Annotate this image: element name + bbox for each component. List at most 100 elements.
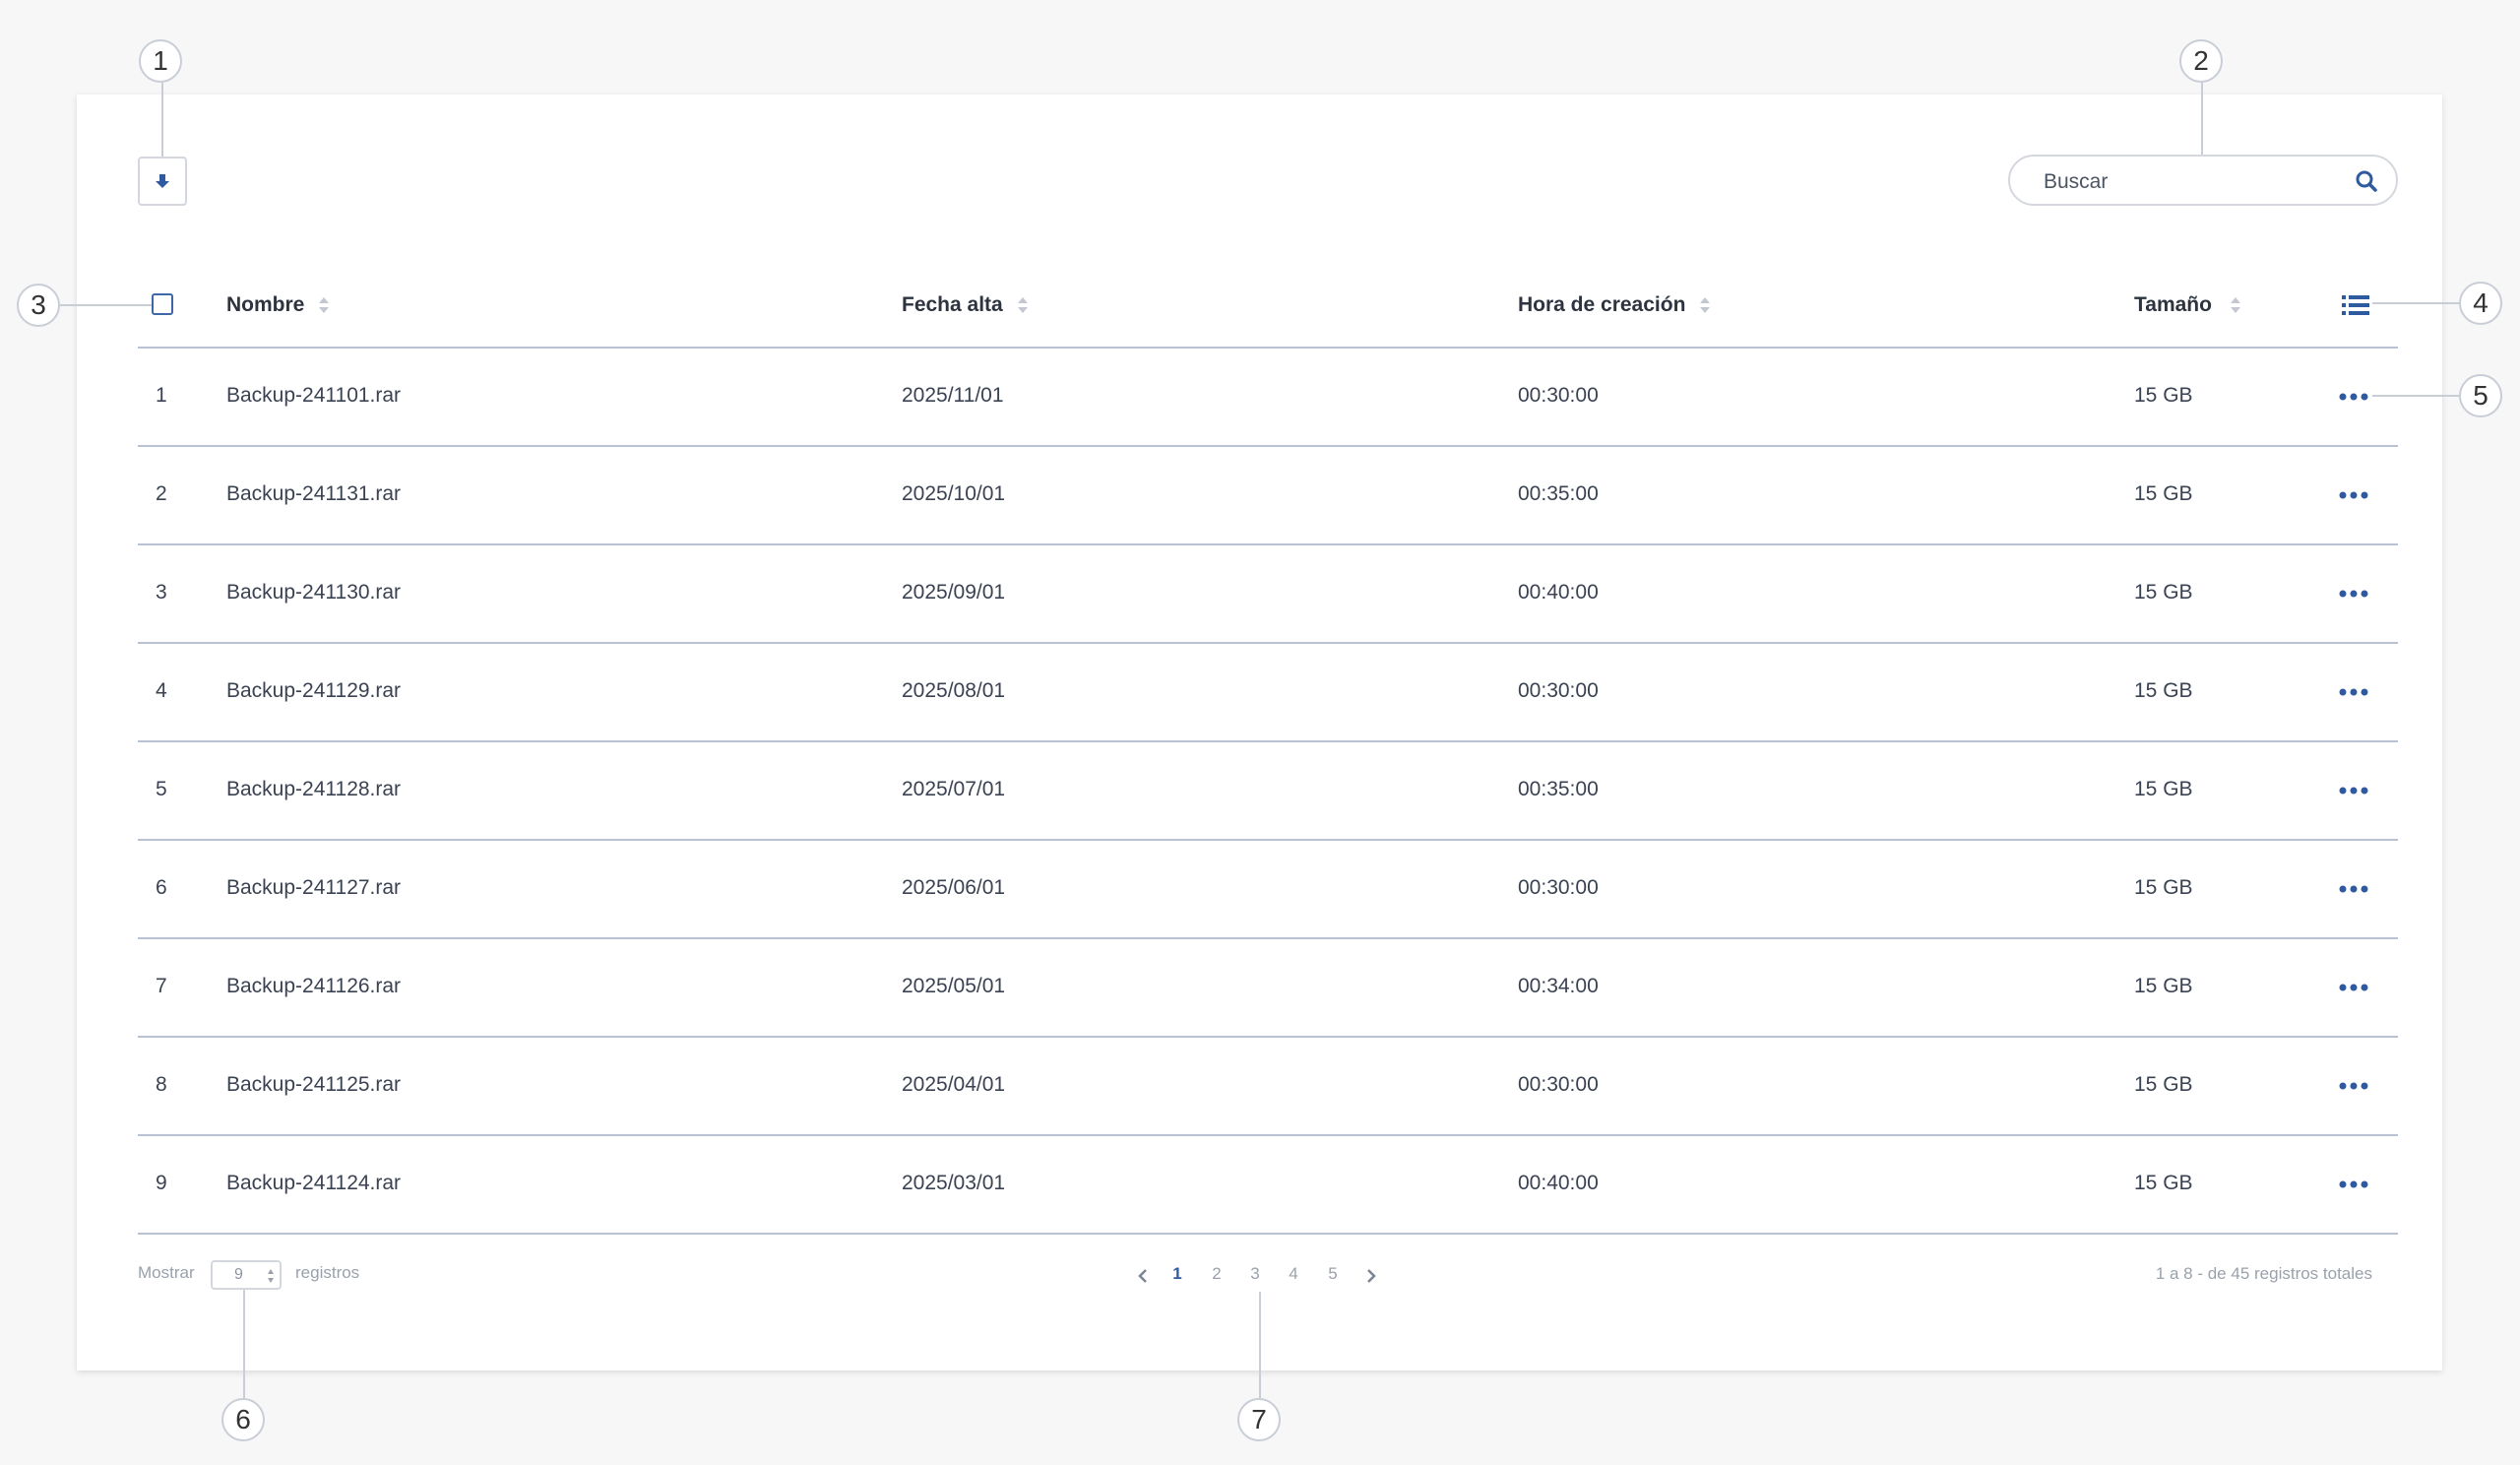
callout-4-line [2372,302,2459,304]
sort-icon[interactable] [1017,293,1029,317]
callout-1-line [161,83,163,158]
file-size: 15 GB [2134,876,2193,899]
page-1[interactable]: 1 [1167,1264,1187,1284]
chevron-left-icon[interactable] [1136,1267,1150,1285]
row-number: 2 [156,482,167,505]
callout-2-line [2201,83,2203,156]
row-number: 9 [156,1172,167,1194]
callout-6: 6 [221,1398,265,1441]
search-input[interactable] [2042,166,2341,198]
creation-date: 2025/09/01 [902,581,1006,604]
creation-time: 00:35:00 [1518,482,1599,505]
file-size: 15 GB [2134,1073,2193,1096]
more-options-icon[interactable] [2338,1179,2369,1189]
row-number: 4 [156,679,167,702]
sort-icon[interactable] [2230,293,2241,317]
file-size: 15 GB [2134,778,2193,800]
table-row: 3 Backup-241130.rar 2025/09/01 00:40:00 … [138,545,2398,644]
column-header-fecha-alta[interactable]: Fecha alta [902,293,1029,317]
creation-time: 00:40:00 [1518,1172,1599,1194]
sort-icon[interactable] [1699,293,1711,317]
more-options-icon[interactable] [2338,490,2369,500]
creation-time: 00:30:00 [1518,1073,1599,1096]
row-number: 6 [156,876,167,899]
row-number: 1 [156,384,167,407]
stepper-arrows-icon[interactable] [267,1267,275,1285]
records-label: registros [295,1263,360,1282]
file-name: Backup-241130.rar [226,581,402,604]
file-name: Backup-241129.rar [226,679,402,702]
show-label: Mostrar [138,1263,195,1282]
callout-number: 4 [2473,287,2488,318]
creation-time: 00:34:00 [1518,975,1599,997]
creation-time: 00:30:00 [1518,384,1599,407]
table-footer: Mostrar 9 registros 1 2 3 4 5 1 a 8 - de… [138,1260,2398,1300]
page-3[interactable]: 3 [1245,1264,1265,1284]
callout-number: 2 [2193,45,2209,76]
column-label: Tamaño [2134,293,2212,316]
search-icon[interactable] [2355,169,2378,193]
chevron-right-icon[interactable] [1364,1267,1378,1285]
sort-icon[interactable] [318,293,330,317]
column-label: Hora de creación [1518,293,1686,316]
creation-date: 2025/08/01 [902,679,1006,702]
table-row: 6 Backup-241127.rar 2025/06/01 00:30:00 … [138,841,2398,939]
file-name: Backup-241127.rar [226,876,402,899]
total-records: 1 a 8 - de 45 registros totales [2155,1264,2372,1283]
callout-7: 7 [1237,1398,1281,1441]
backups-table: Nombre Fecha alta Hora de creación Tamañ… [138,276,2398,1235]
creation-date: 2025/04/01 [902,1073,1006,1096]
more-options-icon[interactable] [2338,392,2369,402]
callout-7-line [1259,1292,1261,1398]
more-options-icon[interactable] [2338,589,2369,599]
file-size: 15 GB [2134,1172,2193,1194]
row-number: 5 [156,778,167,800]
callout-2: 2 [2179,39,2223,83]
creation-time: 00:30:00 [1518,679,1599,702]
file-name: Backup-241126.rar [226,975,402,997]
row-number: 3 [156,581,167,604]
file-name: Backup-241128.rar [226,778,402,800]
page-2[interactable]: 2 [1207,1264,1227,1284]
column-header-nombre[interactable]: Nombre [226,293,330,317]
callout-5-line [2372,395,2459,397]
callout-1: 1 [139,39,182,83]
file-size: 15 GB [2134,384,2193,407]
select-all-checkbox[interactable] [152,293,173,315]
creation-date: 2025/07/01 [902,778,1006,800]
file-name: Backup-241101.rar [226,384,402,407]
creation-date: 2025/06/01 [902,876,1006,899]
more-options-icon[interactable] [2338,1081,2369,1091]
creation-date: 2025/03/01 [902,1172,1006,1194]
callout-number: 7 [1251,1404,1267,1434]
table-row: 7 Backup-241126.rar 2025/05/01 00:34:00 … [138,939,2398,1038]
row-number: 8 [156,1073,167,1096]
more-options-icon[interactable] [2338,983,2369,992]
page-4[interactable]: 4 [1284,1264,1303,1284]
table-row: 4 Backup-241129.rar 2025/08/01 00:30:00 … [138,644,2398,742]
page-size-select[interactable]: 9 [211,1260,282,1290]
file-name: Backup-241125.rar [226,1073,402,1096]
callout-5: 5 [2459,374,2502,417]
column-label: Fecha alta [902,293,1003,316]
file-name: Backup-241124.rar [226,1172,402,1194]
download-icon [156,174,169,188]
callout-number: 6 [235,1404,251,1434]
row-number: 7 [156,975,167,997]
column-header-tamano[interactable]: Tamaño [2134,293,2241,317]
table-row: 5 Backup-241128.rar 2025/07/01 00:35:00 … [138,742,2398,841]
more-options-icon[interactable] [2338,884,2369,894]
page-5[interactable]: 5 [1323,1264,1343,1284]
more-options-icon[interactable] [2338,687,2369,697]
search-box[interactable] [2008,155,2398,206]
callout-4: 4 [2459,282,2502,325]
page-size-value: 9 [234,1266,243,1283]
creation-time: 00:40:00 [1518,581,1599,604]
column-label: Nombre [226,293,305,316]
table-row: 2 Backup-241131.rar 2025/10/01 00:35:00 … [138,447,2398,545]
column-header-hora-creacion[interactable]: Hora de creación [1518,293,1711,317]
download-button[interactable] [138,157,187,206]
column-settings-icon[interactable] [2341,292,2370,318]
file-size: 15 GB [2134,581,2193,604]
more-options-icon[interactable] [2338,786,2369,796]
